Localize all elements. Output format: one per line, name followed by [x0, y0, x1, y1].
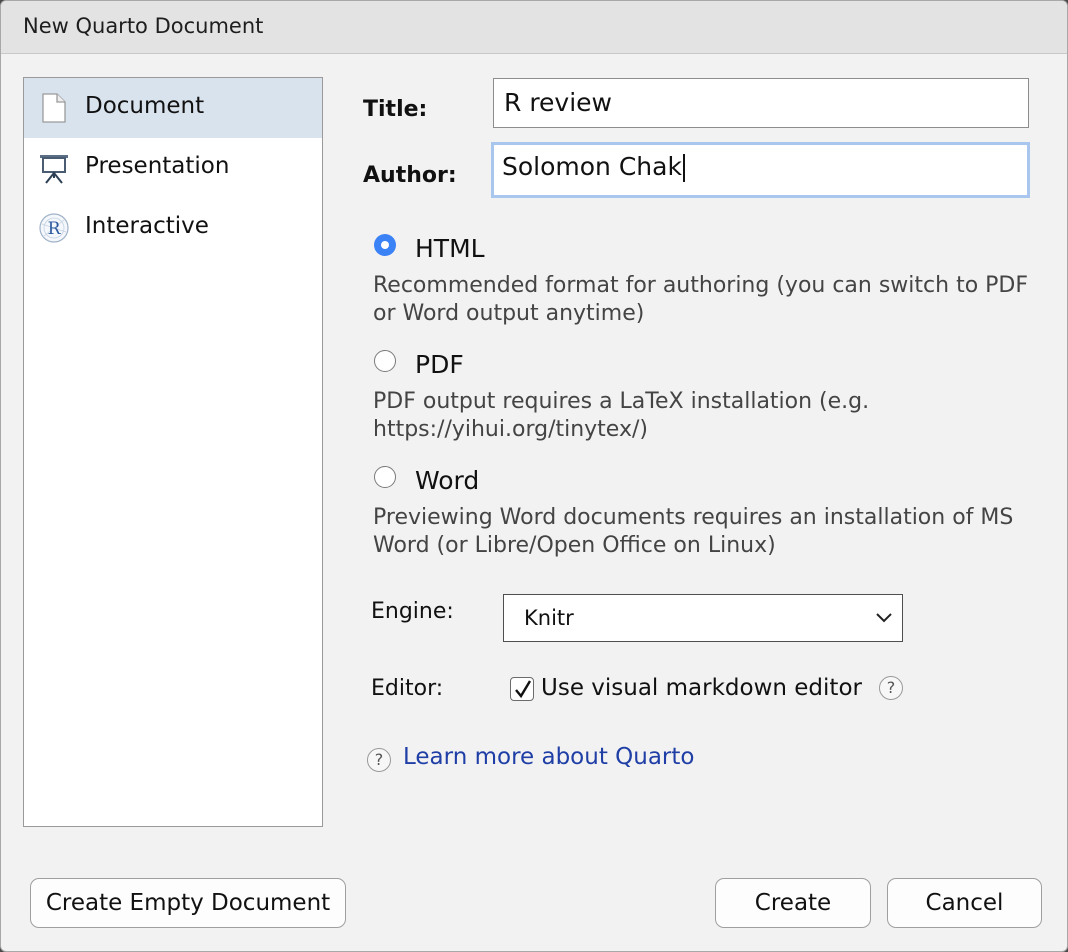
- engine-select[interactable]: Knitr: [503, 594, 903, 642]
- format-radio-html[interactable]: [374, 234, 396, 256]
- format-label-html[interactable]: HTML: [415, 234, 485, 263]
- engine-selected-value: Knitr: [524, 606, 574, 630]
- learn-more-quarto-link[interactable]: Learn more about Quarto: [403, 744, 694, 770]
- author-label: Author:: [363, 163, 457, 188]
- sidebar-item-label: Document: [85, 93, 205, 119]
- title-label: Title:: [363, 97, 428, 122]
- visual-editor-checkbox-label[interactable]: Use visual markdown editor: [541, 675, 862, 701]
- format-label-pdf[interactable]: PDF: [415, 350, 464, 379]
- visual-editor-help-icon[interactable]: ?: [879, 676, 903, 700]
- create-button[interactable]: Create: [715, 878, 871, 928]
- create-empty-document-button[interactable]: Create Empty Document: [30, 878, 346, 928]
- sidebar-item-presentation[interactable]: Presentation: [24, 138, 322, 198]
- dialog-title: New Quarto Document: [23, 14, 264, 38]
- document-type-list: Document Presentation R Interactive: [23, 77, 323, 827]
- title-input-value: R review: [504, 88, 612, 117]
- format-description-word: Previewing Word documents requires an in…: [373, 505, 1014, 558]
- text-cursor: [682, 154, 685, 182]
- svg-text:R: R: [48, 219, 62, 239]
- format-radio-pdf[interactable]: [374, 350, 396, 372]
- format-label-word[interactable]: Word: [415, 466, 479, 495]
- editor-label: Editor:: [371, 676, 444, 701]
- r-logo-icon: R: [39, 213, 69, 243]
- format-radio-word[interactable]: [374, 466, 396, 488]
- presentation-easel-icon: [40, 155, 68, 184]
- document-icon: [42, 93, 66, 123]
- learn-more-help-icon[interactable]: ?: [367, 748, 391, 772]
- format-description-html: Recommended format for authoring (you ca…: [373, 273, 1029, 326]
- author-input-value: Solomon Chak: [502, 152, 682, 181]
- title-input[interactable]: R review: [493, 78, 1029, 128]
- engine-label: Engine:: [371, 599, 454, 624]
- format-description-pdf: PDF output requires a LaTeX installation…: [373, 389, 870, 442]
- sidebar-item-label: Presentation: [85, 153, 230, 179]
- author-input[interactable]: Solomon Chak: [491, 142, 1030, 198]
- chevron-down-icon: [876, 613, 892, 623]
- visual-editor-checkbox[interactable]: [510, 677, 534, 701]
- cancel-button[interactable]: Cancel: [887, 878, 1042, 928]
- sidebar-item-label: Interactive: [85, 213, 209, 239]
- sidebar-item-document[interactable]: Document: [24, 78, 322, 138]
- new-quarto-document-dialog: New Quarto Document Document Presentatio…: [0, 0, 1068, 952]
- checkmark-icon: [515, 680, 532, 699]
- sidebar-item-interactive[interactable]: R Interactive: [24, 198, 322, 258]
- dialog-titlebar: New Quarto Document: [1, 1, 1067, 54]
